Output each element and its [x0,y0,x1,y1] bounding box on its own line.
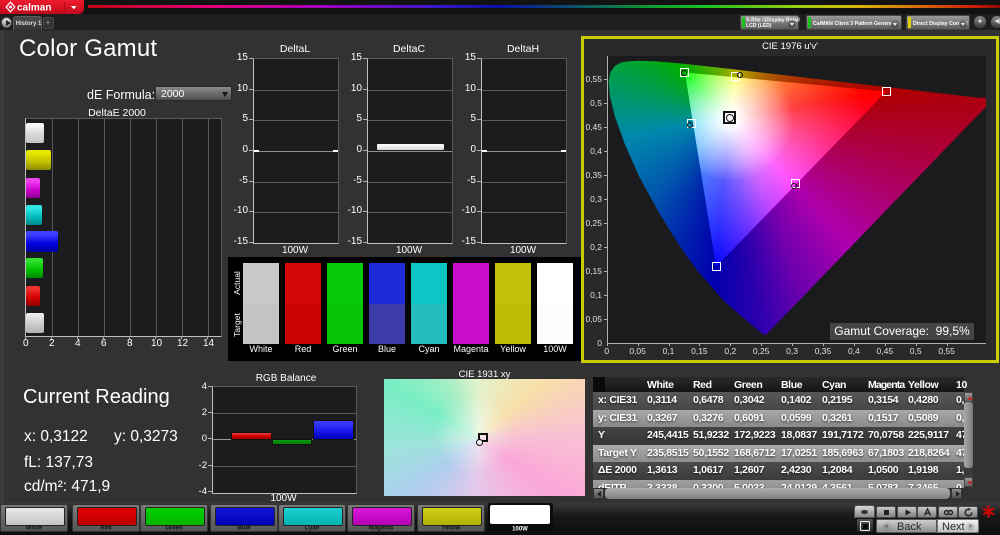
svg-text:calman: calman [17,3,51,14]
